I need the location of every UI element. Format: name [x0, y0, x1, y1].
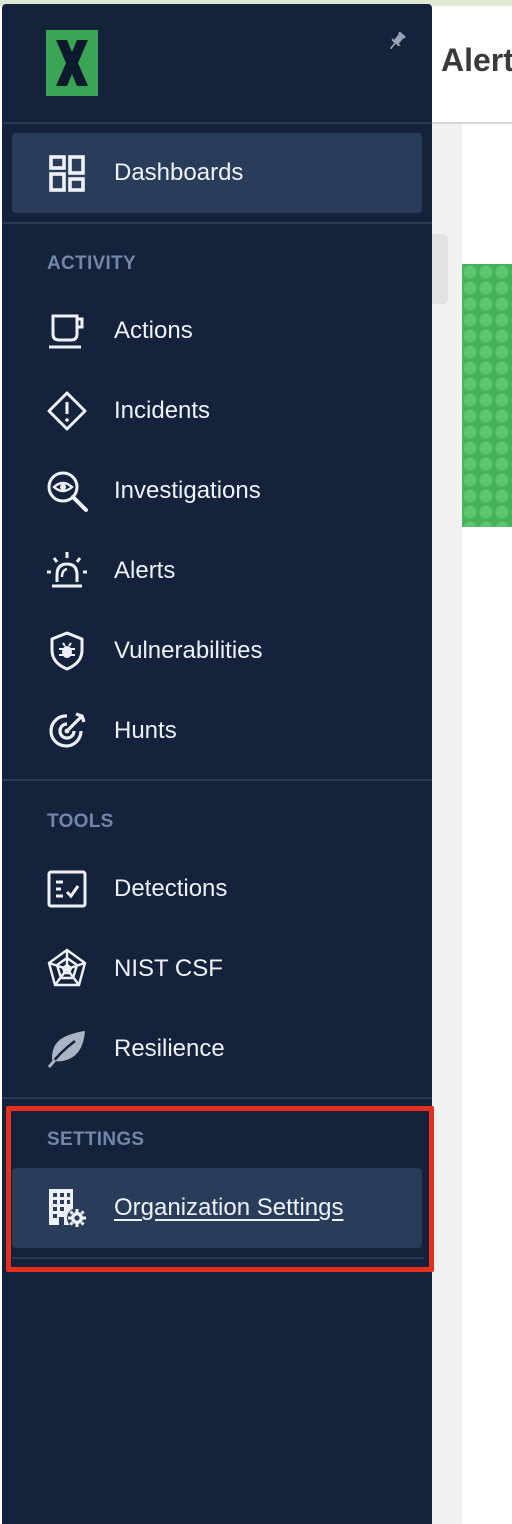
siren-icon: [44, 548, 90, 594]
spiderweb-icon: [44, 946, 90, 992]
sidebar-item-alerts[interactable]: Alerts: [12, 531, 422, 611]
section-title-activity: ACTIVITY: [47, 253, 136, 274]
sidebar-item-nist-csf[interactable]: NIST CSF: [12, 929, 422, 1009]
sidebar-item-label: Resilience: [114, 1035, 225, 1062]
target-icon: [44, 708, 90, 754]
sidebar-item-resilience[interactable]: Resilience: [12, 1009, 422, 1089]
sidebar-item-label: Actions: [114, 317, 193, 344]
shield-bug-icon: [44, 628, 90, 674]
pin-icon[interactable]: [386, 30, 408, 52]
sidebar-item-label: NIST CSF: [114, 955, 223, 982]
sidebar-divider: [2, 222, 432, 224]
sidebar-divider: [2, 122, 432, 124]
sidebar-item-investigations[interactable]: Investigations: [12, 451, 422, 531]
sidebar-item-label: Incidents: [114, 397, 211, 424]
collapsed-panel-tab[interactable]: [432, 234, 448, 304]
section-title-tools: TOOLS: [47, 811, 114, 832]
warning-diamond-icon: [44, 388, 90, 434]
sidebar-divider: [2, 1097, 432, 1099]
sidebar-item-incidents[interactable]: Incidents: [12, 371, 422, 451]
sidebar-item-label: Dashboards: [114, 159, 244, 186]
checklist-icon: [44, 866, 90, 912]
page-title: Alerts: [441, 42, 512, 78]
sidebar-item-detections[interactable]: Detections: [12, 849, 422, 929]
sidebar-item-vulnerabilities[interactable]: Vulnerabilities: [12, 611, 422, 691]
leaf-icon: [44, 1026, 90, 1072]
sidebar: Dashboards ACTIVITY Actions Incidents In…: [2, 4, 432, 1524]
sidebar-item-actions[interactable]: Actions: [12, 291, 422, 371]
sidebar-divider: [2, 779, 432, 781]
content-gutter: [432, 124, 462, 1524]
sidebar-item-label: Detections: [114, 875, 228, 902]
green-status-tile[interactable]: [462, 264, 512, 527]
dashboard-grid-icon: [44, 150, 90, 196]
highlight-annotation: [6, 1106, 434, 1272]
sidebar-item-hunts[interactable]: Hunts: [12, 691, 422, 771]
magnifier-eye-icon: [44, 468, 90, 514]
cup-icon: [44, 308, 90, 354]
sidebar-item-label: Investigations: [114, 477, 261, 504]
x-logo-icon[interactable]: [46, 30, 98, 96]
sidebar-item-label: Hunts: [114, 717, 177, 744]
sidebar-item-label: Vulnerabilities: [114, 637, 263, 664]
sidebar-item-dashboards[interactable]: Dashboards: [12, 133, 422, 213]
sidebar-item-label: Alerts: [114, 557, 176, 584]
